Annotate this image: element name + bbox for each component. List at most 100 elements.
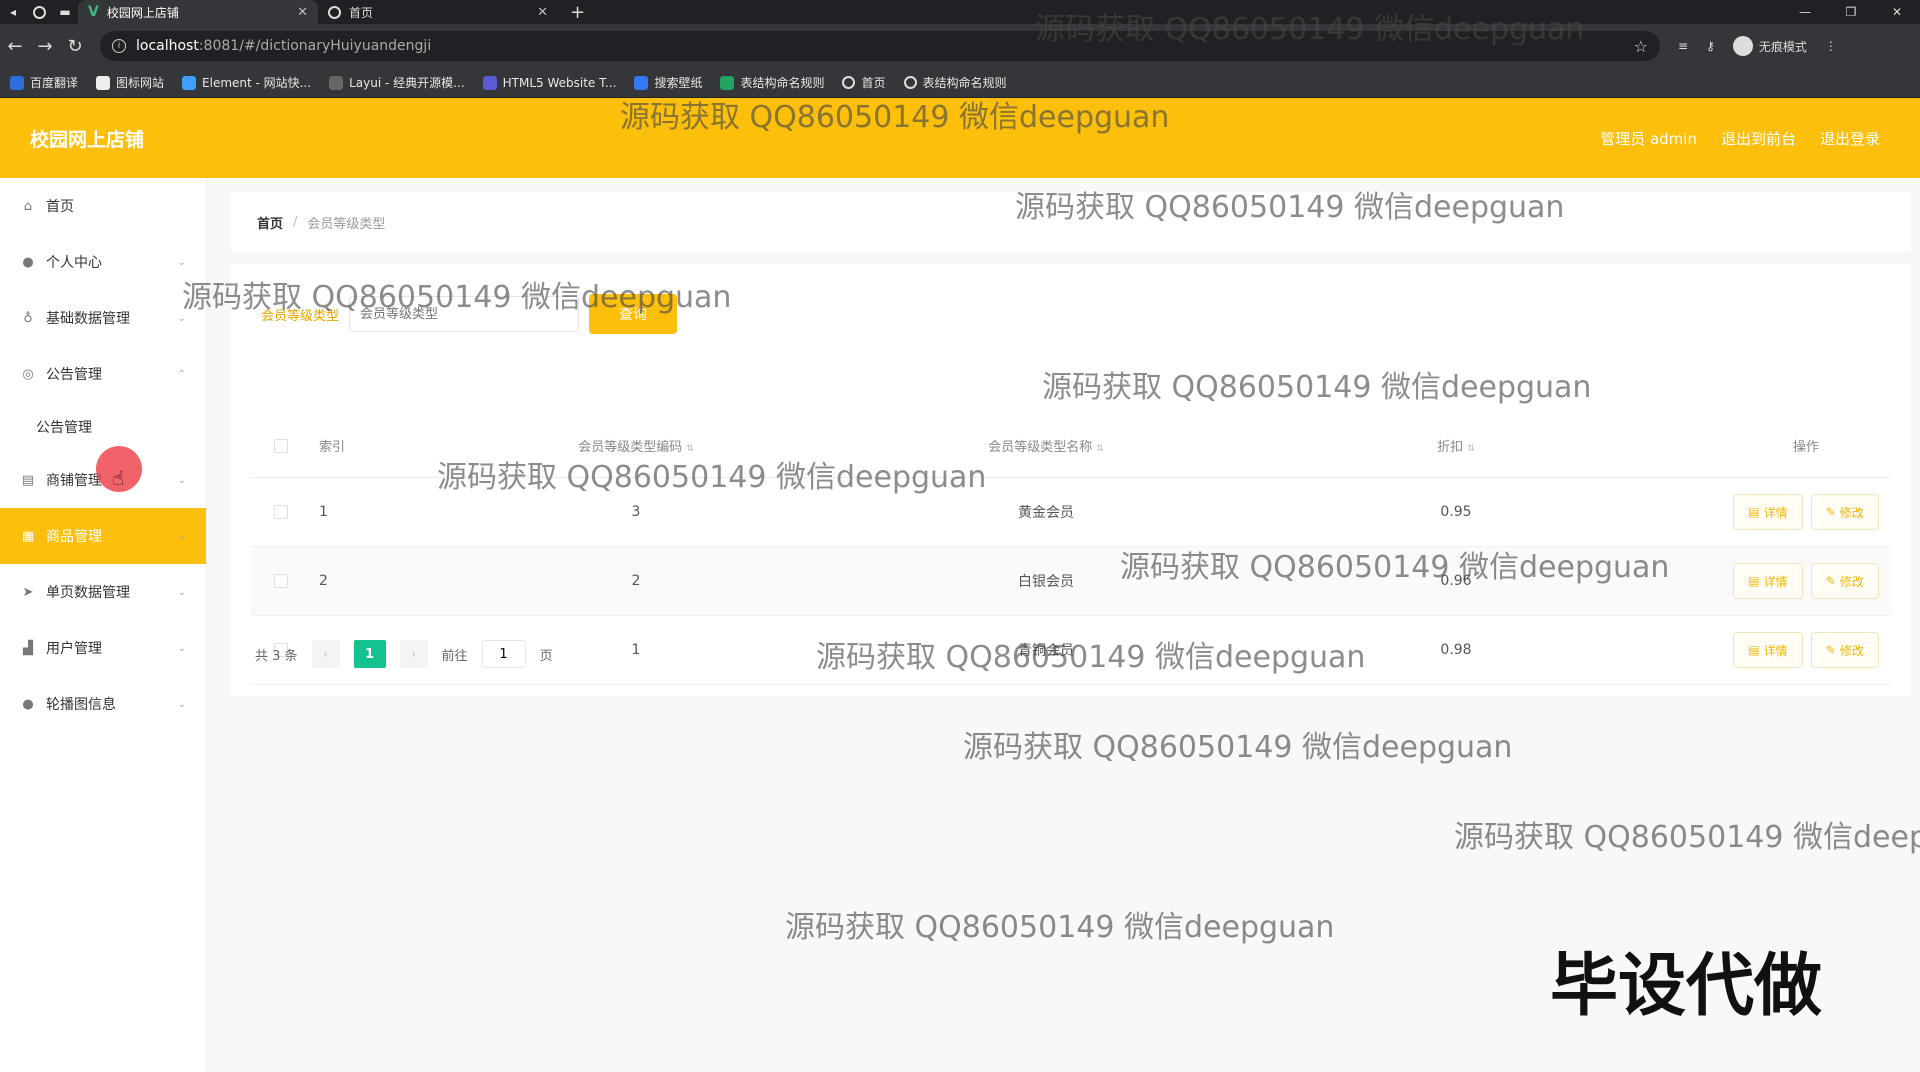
new-tab-button[interactable]: + bbox=[570, 2, 585, 23]
bookmark-item[interactable]: 搜索壁纸 bbox=[634, 74, 702, 91]
sidebar-item-profile[interactable]: ● 个人中心 ⌄ bbox=[0, 234, 206, 290]
logout-link[interactable]: 退出登录 bbox=[1820, 128, 1880, 149]
close-tab-icon[interactable]: ✕ bbox=[537, 5, 548, 20]
goto-frontend-link[interactable]: 退出到前台 bbox=[1721, 128, 1796, 149]
cell-index: 1 bbox=[319, 504, 328, 520]
edit-button[interactable]: ✎ 修改 bbox=[1810, 494, 1879, 530]
content-card: 会员等级类型 查询 索引 会员等级类型编码⇅ 会员等级类型名称⇅ 折扣⇅ 操作 … bbox=[231, 264, 1911, 696]
sidebar-item-single-page[interactable]: ➤ 单页数据管理 ⌄ bbox=[0, 564, 206, 620]
info-icon[interactable]: i bbox=[112, 39, 126, 53]
detail-button[interactable]: ▤ 详情 bbox=[1733, 563, 1803, 599]
speaker-icon[interactable]: ◂ bbox=[0, 0, 26, 24]
row-checkbox[interactable] bbox=[274, 505, 288, 519]
key-icon[interactable]: ⚷ bbox=[1706, 39, 1715, 53]
bookmark-item[interactable]: 百度翻译 bbox=[10, 74, 78, 91]
edit-button[interactable]: ✎ 修改 bbox=[1810, 632, 1879, 668]
bookmark-item[interactable]: Layui - 经典开源模... bbox=[329, 74, 465, 91]
location-icon: ● bbox=[22, 696, 34, 712]
vue-logo-icon: V bbox=[88, 4, 99, 20]
promo-stamp: 毕设代做 bbox=[1550, 947, 1823, 1026]
circle-icon: ◎ bbox=[22, 366, 34, 382]
sidebar-item-users[interactable]: ▟ 用户管理 ⌄ bbox=[0, 620, 206, 676]
bookmark-item[interactable]: 图标网站 bbox=[96, 74, 164, 91]
chevron-up-icon: ⌃ bbox=[177, 368, 186, 380]
bookmark-item[interactable]: 表结构命名规则 bbox=[720, 74, 824, 91]
sidebar-item-label: 商品管理 bbox=[46, 529, 102, 545]
sidebar-item-label: 基础数据管理 bbox=[46, 311, 130, 327]
detail-button[interactable]: ▤ 详情 bbox=[1733, 632, 1803, 668]
bookmarks-bar: 百度翻译 图标网站 Element - 网站快... Layui - 经典开源模… bbox=[0, 68, 1920, 98]
window-icon[interactable]: ▬ bbox=[52, 0, 78, 24]
edit-button[interactable]: ✎ 修改 bbox=[1810, 563, 1879, 599]
breadcrumb: 首页 / 会员等级类型 bbox=[231, 192, 1911, 252]
breadcrumb-separator: / bbox=[293, 214, 298, 230]
sidebar-item-carousel[interactable]: ● 轮播图信息 ⌄ bbox=[0, 676, 206, 732]
sidebar-item-goods[interactable]: ▦ 商品管理 ⌄ bbox=[0, 508, 206, 564]
minimize-icon[interactable]: — bbox=[1782, 0, 1828, 24]
sidebar-subitem-notice[interactable]: 公告管理 bbox=[0, 402, 206, 452]
select-all-checkbox[interactable] bbox=[274, 438, 288, 453]
bookmark-item[interactable]: 表结构命名规则 bbox=[903, 74, 1007, 91]
cell-discount: 0.98 bbox=[1440, 642, 1472, 658]
header-name[interactable]: 会员等级类型名称 ⇅ bbox=[841, 436, 1251, 455]
tab-label: 首页 bbox=[349, 5, 374, 20]
reload-icon[interactable]: ↻ bbox=[60, 36, 90, 57]
sidebar-item-notice[interactable]: ◎ 公告管理 ⌃ bbox=[0, 346, 206, 402]
breadcrumb-current: 会员等级类型 bbox=[307, 216, 386, 232]
search-row: 会员等级类型 查询 bbox=[261, 294, 678, 334]
header-code[interactable]: 会员等级类型编码 ⇅ bbox=[431, 436, 841, 455]
menu-dots-icon[interactable]: ⋮ bbox=[1825, 39, 1837, 53]
cell-ops: ▤ 详情 ✎ 修改 bbox=[1661, 494, 1891, 530]
globe-icon bbox=[328, 5, 341, 19]
bookmark-item[interactable]: HTML5 Website T... bbox=[482, 75, 616, 90]
header-discount[interactable]: 折扣 ⇅ bbox=[1251, 436, 1661, 455]
incognito-indicator[interactable]: 无痕模式 bbox=[1732, 36, 1807, 56]
browser-tab[interactable]: 首页 ✕ bbox=[318, 0, 558, 24]
url-path: :8081/#/dictionaryHuiyuandengji bbox=[198, 38, 432, 54]
globe-icon[interactable] bbox=[26, 0, 52, 24]
url-field[interactable]: i localhost:8081/#/dictionaryHuiyuandeng… bbox=[100, 31, 1660, 61]
address-bar-row: ← → ↻ i localhost:8081/#/dictionaryHuiyu… bbox=[0, 24, 1920, 68]
next-page-icon[interactable]: › bbox=[399, 640, 428, 668]
prev-page-icon[interactable]: ‹ bbox=[311, 640, 340, 668]
chevron-down-icon: ⌄ bbox=[177, 256, 186, 268]
forward-icon[interactable]: → bbox=[30, 36, 60, 57]
search-input[interactable] bbox=[349, 296, 580, 332]
store-icon: ▤ bbox=[21, 472, 35, 488]
chevron-down-icon: ⌄ bbox=[177, 698, 186, 710]
bookmark-star-icon[interactable]: ☆ bbox=[1634, 37, 1648, 56]
sidebar-item-label: 商铺管理 bbox=[46, 473, 102, 489]
back-icon[interactable]: ← bbox=[0, 36, 30, 57]
page-number[interactable]: 1 bbox=[353, 640, 386, 668]
close-tab-icon[interactable]: ✕ bbox=[297, 5, 308, 20]
sidebar-item-home[interactable]: ⌂ 首页 bbox=[0, 178, 206, 234]
page-unit: 页 bbox=[539, 648, 553, 664]
sort-icon[interactable]: ⇅ bbox=[686, 444, 694, 454]
app-header: 校园网上店铺 管理员 admin 退出到前台 退出登录 bbox=[0, 98, 1920, 178]
goto-page-input[interactable] bbox=[481, 640, 526, 668]
bookmark-item[interactable]: 首页 bbox=[842, 74, 886, 91]
reading-list-icon[interactable]: ≡ bbox=[1678, 39, 1688, 53]
restore-icon[interactable]: ❐ bbox=[1828, 0, 1874, 24]
browser-tab-bar: ◂ ▬ V 校园网上店铺 ✕ 首页 ✕ + — ❐ ✕ bbox=[0, 0, 1920, 24]
document-icon: ▤ bbox=[1748, 505, 1760, 519]
cell-code: 3 bbox=[631, 504, 641, 520]
user-icon: ● bbox=[22, 254, 34, 270]
detail-button[interactable]: ▤ 详情 bbox=[1733, 494, 1803, 530]
translate-icon bbox=[10, 75, 24, 90]
search-button[interactable]: 查询 bbox=[589, 294, 678, 334]
cell-discount: 0.95 bbox=[1440, 504, 1472, 520]
incognito-label: 无痕模式 bbox=[1758, 39, 1807, 54]
row-checkbox[interactable] bbox=[274, 574, 288, 588]
breadcrumb-home[interactable]: 首页 bbox=[257, 213, 283, 232]
toolbar-right: ≡ ⚷ 无痕模式 ⋮ bbox=[1678, 36, 1837, 56]
sidebar-item-label: 公告管理 bbox=[46, 367, 102, 383]
sidebar-item-basic-data[interactable]: ♁ 基础数据管理 ⌄ bbox=[0, 290, 206, 346]
close-window-icon[interactable]: ✕ bbox=[1874, 0, 1920, 24]
admin-label: 管理员 admin bbox=[1600, 129, 1697, 148]
sort-icon[interactable]: ⇅ bbox=[1467, 444, 1475, 454]
sort-icon[interactable]: ⇅ bbox=[1096, 444, 1104, 454]
url-host: localhost bbox=[136, 38, 199, 54]
browser-tab-active[interactable]: V 校园网上店铺 ✕ bbox=[78, 0, 318, 24]
bookmark-item[interactable]: Element - 网站快... bbox=[182, 74, 311, 91]
